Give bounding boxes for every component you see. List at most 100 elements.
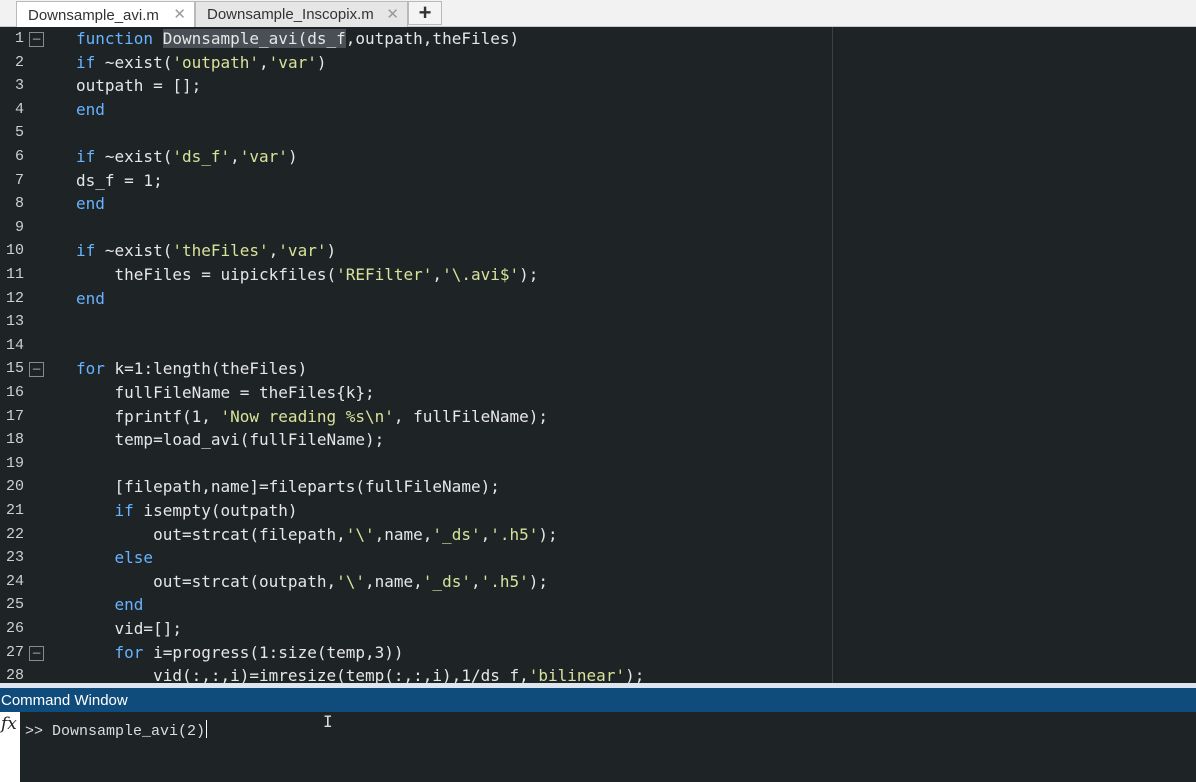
- line-number: 27: [5, 643, 24, 661]
- line-number: 8: [14, 195, 24, 213]
- code-line[interactable]: out=strcat(filepath,'\',name,'_ds','.h5'…: [76, 525, 558, 544]
- code-line[interactable]: if ~exist('ds_f','var'): [76, 147, 298, 166]
- code-text: ,name,: [374, 524, 433, 544]
- command-window[interactable]: fx >> Downsample_avi(2): [0, 712, 1196, 782]
- code-line[interactable]: out=strcat(outpath,'\',name,'_ds','.h5')…: [76, 572, 548, 591]
- code-string: '\': [345, 524, 375, 544]
- code-string: '_ds': [432, 524, 481, 544]
- code-text: ,: [268, 241, 279, 261]
- fx-icon[interactable]: fx: [1, 714, 17, 734]
- code-fold-toggle-icon[interactable]: −: [29, 645, 44, 661]
- code-string: 'var': [278, 241, 327, 261]
- command-input-line[interactable]: >> Downsample_avi(2): [25, 720, 208, 740]
- code-text: );: [519, 265, 539, 284]
- code-fold-toggle-icon[interactable]: −: [29, 32, 44, 47]
- code-string: 'theFiles': [172, 241, 269, 261]
- code-keyword: if: [76, 241, 96, 261]
- tab-label: Downsample_Inscopix.m: [207, 6, 374, 23]
- code-line[interactable]: if ~exist('theFiles','var'): [76, 241, 336, 260]
- code-keyword: end: [76, 99, 105, 119]
- code-line[interactable]: for k=1:length(theFiles): [76, 359, 307, 378]
- tab-downsample-avi[interactable]: Downsample_avi.m ✕: [16, 1, 195, 28]
- code-text: fprintf(1,: [76, 406, 221, 426]
- text-caret: [206, 720, 208, 738]
- code-line[interactable]: outpath = [];: [76, 76, 201, 95]
- line-number: 4: [14, 100, 24, 118]
- code-line[interactable]: fullFileName = theFiles{k};: [76, 383, 375, 402]
- code-line[interactable]: for i=progress(1:size(temp,3)): [76, 643, 404, 662]
- code-text: ,: [230, 147, 240, 166]
- code-text: ds_f = 1;: [76, 170, 163, 190]
- line-number: 17: [5, 407, 24, 425]
- code-text: out=strcat(outpath,: [76, 571, 337, 591]
- code-highlight: Downsample_avi(ds_f: [162, 29, 346, 48]
- code-text: vid=[];: [76, 619, 182, 638]
- line-number: 13: [5, 313, 24, 331]
- code-string: 'REFilter': [336, 265, 433, 284]
- code-text: k=1:length(theFiles): [104, 359, 308, 379]
- command-window-title-bar[interactable]: Command Window: [0, 688, 1196, 712]
- code-string: '.h5': [480, 571, 529, 591]
- code-string: 'bilinear': [528, 666, 626, 683]
- code-line[interactable]: theFiles = uipickfiles('REFilter','\.avi…: [76, 265, 539, 284]
- code-keyword: end: [76, 194, 105, 214]
- add-tab-button[interactable]: +: [408, 1, 442, 25]
- code-line[interactable]: fprintf(1, 'Now reading %s\n', fullFileN…: [76, 407, 548, 426]
- code-text: , fullFileName);: [393, 406, 549, 426]
- code-keyword: else: [114, 548, 154, 568]
- line-number: 7: [14, 171, 24, 189]
- code-line[interactable]: end: [76, 194, 105, 213]
- code-keyword: for: [114, 642, 144, 662]
- code-keyword: end: [114, 595, 144, 615]
- code-string: '.h5': [490, 524, 539, 544]
- code-keyword: end: [76, 288, 105, 308]
- line-number: 24: [5, 572, 24, 590]
- code-string: '\': [336, 571, 365, 591]
- code-line[interactable]: end: [76, 289, 105, 308]
- code-line[interactable]: if ~exist('outpath','var'): [76, 53, 326, 72]
- code-line[interactable]: vid(:,:,i)=imresize(temp(:,:,i),1/ds_f,'…: [76, 666, 644, 683]
- code-line[interactable]: vid=[];: [76, 619, 182, 638]
- close-icon[interactable]: ✕: [173, 5, 186, 23]
- code-line[interactable]: ds_f = 1;: [76, 171, 163, 190]
- code-text: ): [326, 241, 337, 261]
- code-line[interactable]: if isempty(outpath): [76, 501, 298, 520]
- line-number-gutter: 1−2 3 4 5 6 7 8 9 10 11 12 13 14 15−16 17 18 19 20 21 22 23 2…: [0, 27, 48, 683]
- line-number: 11: [5, 266, 24, 283]
- code-string: 'Now reading %s\n': [220, 406, 394, 426]
- tab-label: Downsample_avi.m: [28, 6, 159, 24]
- code-line[interactable]: function Downsample_avi(ds_f,outpath,the…: [76, 29, 519, 48]
- code-text: ,outpath,theFiles): [345, 29, 520, 48]
- ibeam-cursor-icon: I: [323, 712, 333, 731]
- code-text: ): [316, 52, 327, 72]
- code-line[interactable]: end: [76, 100, 105, 119]
- tab-downsample-inscopix[interactable]: Downsample_Inscopix.m ✕: [195, 1, 408, 27]
- command-input[interactable]: Downsample_avi(2): [52, 723, 205, 740]
- line-number: 28: [5, 667, 24, 683]
- code-line[interactable]: end: [76, 595, 144, 615]
- editor-tab-bar: Downsample_avi.m ✕ Downsample_Inscopix.m…: [0, 0, 1196, 28]
- code-string: 'var': [268, 52, 317, 72]
- line-number: 3: [14, 77, 24, 95]
- code-line[interactable]: [filepath,name]=fileparts(fullFileName);: [76, 477, 500, 496]
- line-number: 9: [14, 218, 24, 236]
- code-line[interactable]: temp=load_avi(fullFileName);: [76, 430, 385, 450]
- code-string: '_ds': [422, 571, 471, 591]
- code-keyword: for: [76, 359, 105, 379]
- line-number: 2: [14, 53, 24, 71]
- command-window-title: Command Window: [1, 691, 128, 709]
- line-number: 15: [5, 360, 24, 378]
- code-keyword: if: [76, 147, 96, 166]
- code-string: '\.avi$': [442, 265, 520, 284]
- close-icon[interactable]: ✕: [386, 5, 399, 23]
- code-line[interactable]: else: [76, 548, 154, 568]
- code-text: temp=load_avi(fullFileName);: [76, 430, 385, 450]
- function-browser-strip[interactable]: fx: [0, 712, 20, 782]
- code-fold-toggle-icon[interactable]: −: [29, 362, 44, 378]
- code-text: );: [538, 524, 558, 544]
- code-text: vid(:,:,i)=imresize(temp(:,:,i),1/ds_f,: [76, 666, 529, 683]
- code-keyword: function: [76, 29, 154, 48]
- code-editor[interactable]: 1−2 3 4 5 6 7 8 9 10 11 12 13 14 15−16 17 18 19 20 21 22 23 2…: [0, 27, 1196, 683]
